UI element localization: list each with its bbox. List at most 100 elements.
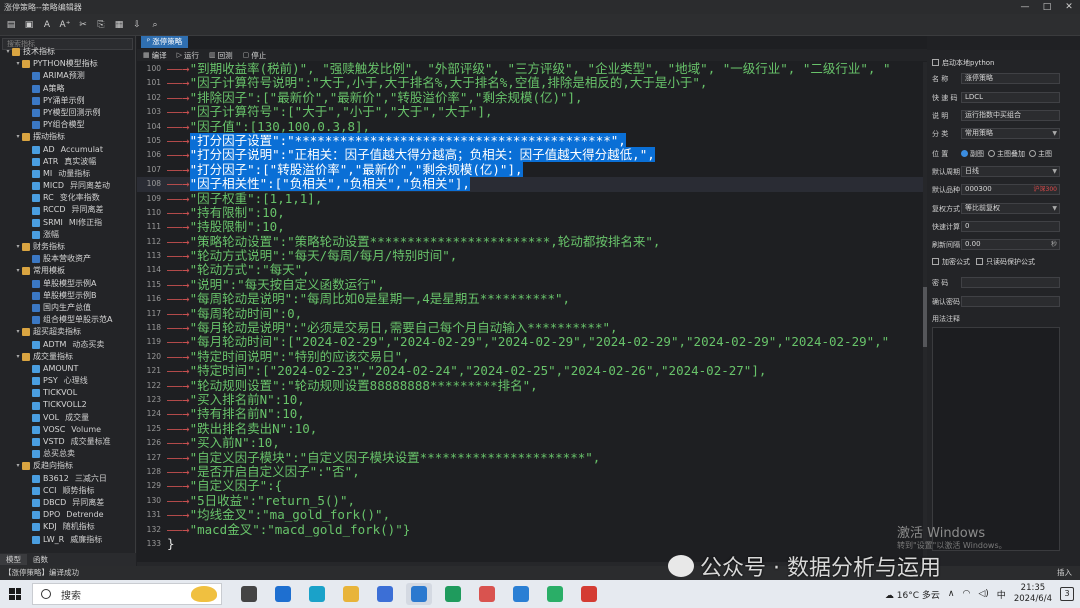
code-line[interactable]: 112 ——→"策略轮动设置":"策略轮动设置******************…	[137, 234, 923, 249]
tree-item[interactable]: 组合模型单股示范A	[0, 314, 136, 326]
stop-button[interactable]: ▢ 停止	[243, 50, 267, 61]
code-line[interactable]: 104 ——→"因子值":[130,100,0.3,8],	[137, 119, 923, 134]
code-line[interactable]: 100 ——→"到期收益率(税前)", "强赎触发比例", "外部评级", "三方…	[137, 62, 923, 76]
code-line[interactable]: 107 ——→"打分因子":["转股溢价率","最新价","剩余规模(亿)"],	[137, 161, 923, 177]
tree-item[interactable]: 单股模型示例B	[0, 290, 136, 302]
tree-item[interactable]: 单股模型示例A	[0, 278, 136, 290]
tree-item[interactable]: AMOUNT	[0, 363, 136, 375]
tree-item[interactable]: B3612 三减六日	[0, 473, 136, 485]
wechat-taskbar-button[interactable]	[542, 583, 568, 605]
expand-toggle-icon[interactable]: ▾	[14, 460, 22, 472]
readonly-checkbox[interactable]	[976, 258, 986, 266]
code-line[interactable]: 125 ——→"跌出排名卖出N":10,	[137, 421, 923, 436]
tree-item[interactable]: AD Accumulat	[0, 144, 136, 156]
code-line[interactable]: 122 ——→"轮动规则设置":"轮动规则设置88888888*********排…	[137, 378, 923, 393]
tab-models[interactable]: 模型	[0, 554, 27, 565]
code-line[interactable]: 103 ——→"因子计算符号":["大于","小于","大于","大于"],	[137, 104, 923, 119]
tree-group[interactable]: ▾ 成交量指标	[0, 351, 136, 363]
tree-group[interactable]: ▾ 财务指标	[0, 241, 136, 253]
refresh-field[interactable]: 0.00 秒	[961, 239, 1060, 250]
tree-item[interactable]: PY模型回测示例	[0, 107, 136, 119]
save-icon[interactable]: ▣	[22, 18, 36, 32]
file-explorer-taskbar-button[interactable]	[338, 583, 364, 605]
tray-overflow-icon[interactable]: ∧	[948, 589, 955, 599]
tree-item[interactable]: 股本营收资产	[0, 253, 136, 265]
tree-group[interactable]: ▾ 技术指标	[0, 46, 136, 58]
password-field[interactable]	[961, 277, 1060, 288]
expand-toggle-icon[interactable]: ▾	[14, 58, 22, 70]
code-line[interactable]: 113 ——→"轮动方式说明":"每天/每周/每月/特别时间",	[137, 248, 923, 263]
tree-item[interactable]: MI 动量指标	[0, 168, 136, 180]
code-line[interactable]: 105 ——→"打分因子设置":"************************…	[137, 132, 923, 148]
tree-item[interactable]: 总买总卖	[0, 448, 136, 460]
tree-group[interactable]: ▾ 超买超卖指标	[0, 326, 136, 338]
backtest-button[interactable]: ▥ 回测	[209, 50, 233, 61]
period-select[interactable]: 日线 ▼	[961, 166, 1060, 177]
tree-item[interactable]: TICKVOLL2	[0, 399, 136, 411]
maximize-icon[interactable]: □	[1036, 2, 1058, 12]
category-select[interactable]: 常用策略 ▼	[961, 128, 1060, 139]
tree-item[interactable]: CCI 顺势指标	[0, 485, 136, 497]
expand-toggle-icon[interactable]: ▾	[14, 241, 22, 253]
description-field[interactable]: 运行指数中买组合	[961, 110, 1060, 121]
wps-taskbar-button[interactable]	[576, 583, 602, 605]
tree-item[interactable]: VSTD 成交量标准	[0, 436, 136, 448]
code-line[interactable]: 129 ——→"自定义因子":{	[137, 479, 923, 493]
enable-python-checkbox[interactable]	[927, 59, 942, 67]
expand-toggle-icon[interactable]: ▾	[4, 46, 12, 58]
stock-app-taskbar-button[interactable]	[406, 583, 432, 605]
tree-group[interactable]: ▾ 反趋向指标	[0, 460, 136, 472]
paste-icon[interactable]: ▦	[112, 18, 126, 32]
font-decrease-icon[interactable]: A	[40, 18, 54, 32]
position-option-sub[interactable]: 副图	[961, 149, 984, 159]
vscode-taskbar-button[interactable]	[508, 583, 534, 605]
code-line[interactable]: 128 ——→"是否开启自定义因子":"否",	[137, 464, 923, 479]
volume-icon[interactable]: ◁)	[978, 589, 988, 599]
encrypt-checkbox[interactable]	[927, 258, 942, 266]
tree-item[interactable]: MICD 异同离差动	[0, 180, 136, 192]
adjust-select[interactable]: 等比前复权 ▼	[961, 203, 1060, 214]
run-button[interactable]: ▷ 运行	[177, 50, 199, 61]
notification-icon[interactable]: 3	[1060, 587, 1074, 601]
code-line[interactable]: 108 ——→"因子相关性":["负相关","负相关","负相关"],	[137, 176, 923, 192]
tree-item[interactable]: 国内生产总值	[0, 302, 136, 314]
code-line[interactable]: 126 ——→"买入前N":10,	[137, 435, 923, 450]
code-line[interactable]: 123 ——→"买入排名前N":10,	[137, 392, 923, 407]
code-line[interactable]: 132 ——→"macd金叉":"macd_gold_fork()"}	[137, 522, 923, 537]
tree-item[interactable]: DPO Detrende	[0, 509, 136, 521]
expand-toggle-icon[interactable]: ▾	[14, 265, 22, 277]
tree-item[interactable]: RCCD 异同离差	[0, 204, 136, 216]
tree-item[interactable]: KDJ 随机指标	[0, 521, 136, 533]
tree-item[interactable]: A策略	[0, 83, 136, 95]
taskbar-search-box[interactable]: 搜索	[32, 583, 222, 605]
font-increase-icon[interactable]: A⁺	[58, 18, 72, 32]
code-line[interactable]: 121 ——→"特定时间":["2024-02-23","2024-02-24",…	[137, 364, 923, 378]
tree-item[interactable]: RC 变化率指数	[0, 192, 136, 204]
code-line[interactable]: 124 ——→"持有排名前N":10,	[137, 407, 923, 421]
tree-item[interactable]: TICKVOL	[0, 387, 136, 399]
code-line[interactable]: 130 ——→"5日收益":"return_5()",	[137, 493, 923, 508]
tree-group[interactable]: ▾ PYTHON模型指标	[0, 58, 136, 70]
tree-item[interactable]: DBCD 异同离差	[0, 497, 136, 509]
code-line[interactable]: 109 ——→"因子权重":[1,1,1],	[137, 191, 923, 206]
tree-item[interactable]: VOL 成交量	[0, 412, 136, 424]
name-field[interactable]: 涨停策略	[961, 73, 1060, 84]
mail-taskbar-button[interactable]	[270, 583, 296, 605]
code-line[interactable]: 102 ——→"排除因子":["最新价","最新价","转股溢价率","剩余规模(…	[137, 90, 923, 105]
code-line[interactable]: 119 ——→"每月轮动时间":["2024-02-29","2024-02-29…	[137, 335, 923, 349]
tree-item[interactable]: ADTM 动态买卖	[0, 339, 136, 351]
clock[interactable]: 21:35 2024/6/4	[1014, 583, 1052, 605]
task-view-taskbar-button[interactable]	[236, 583, 262, 605]
document-tab[interactable]: ᴾ 涨停策略	[141, 36, 189, 48]
tab-functions[interactable]: 函数	[27, 554, 54, 565]
expand-toggle-icon[interactable]: ▾	[14, 326, 22, 338]
tree-item[interactable]: VOSC Volume	[0, 424, 136, 436]
cut-icon[interactable]: ✂	[76, 18, 90, 32]
code-text-area[interactable]: 100 ——→"到期收益率(税前)", "强赎触发比例", "外部评级", "三方…	[137, 62, 923, 562]
code-line[interactable]: 115 ——→"说明":"每天按自定义函数运行",	[137, 277, 923, 292]
fast-calc-field[interactable]: 0	[961, 221, 1060, 232]
close-icon[interactable]: ✕	[1058, 2, 1080, 12]
edge-taskbar-button[interactable]	[304, 583, 330, 605]
usage-notes-textarea[interactable]	[932, 327, 1060, 551]
app-green-taskbar-button[interactable]	[440, 583, 466, 605]
